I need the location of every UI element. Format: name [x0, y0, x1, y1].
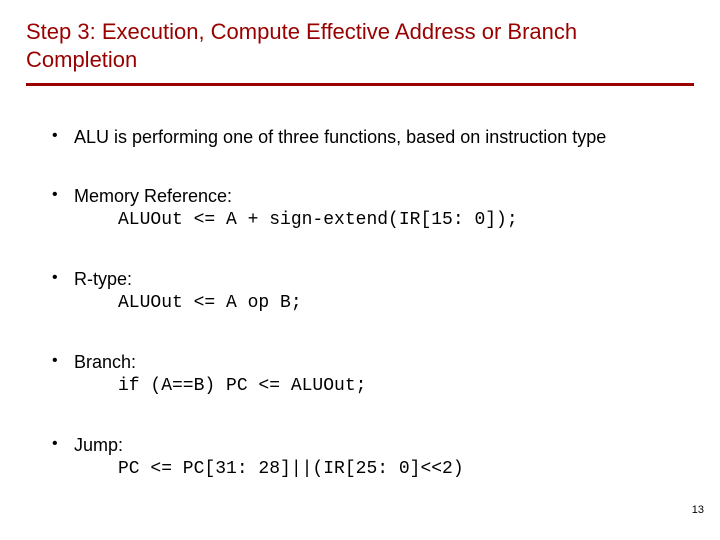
- slide: Step 3: Execution, Compute Effective Add…: [0, 0, 720, 540]
- bullet-rtype-label: R-type:: [74, 269, 132, 289]
- bullet-intro-text: ALU is performing one of three functions…: [74, 127, 606, 147]
- bullet-intro: ALU is performing one of three functions…: [26, 126, 694, 149]
- bullet-rtype-code: ALUOut <= A op B;: [74, 292, 694, 315]
- bullet-jump: Jump: PC <= PC[31: 28]||(IR[25: 0]<<2): [26, 434, 694, 481]
- bullet-rtype: R-type: ALUOut <= A op B;: [26, 268, 694, 315]
- bullet-memref-label: Memory Reference:: [74, 186, 232, 206]
- title-rule: [26, 83, 694, 86]
- bullet-memref: Memory Reference: ALUOut <= A + sign-ext…: [26, 185, 694, 232]
- bullet-memref-code: ALUOut <= A + sign-extend(IR[15: 0]);: [74, 209, 694, 232]
- page-number: 13: [692, 504, 704, 516]
- slide-title: Step 3: Execution, Compute Effective Add…: [26, 18, 694, 73]
- bullet-jump-code: PC <= PC[31: 28]||(IR[25: 0]<<2): [74, 458, 694, 481]
- bullet-branch-label: Branch:: [74, 352, 136, 372]
- bullet-branch-code: if (A==B) PC <= ALUOut;: [74, 375, 694, 398]
- bullet-jump-label: Jump:: [74, 435, 123, 455]
- bullet-list: ALU is performing one of three functions…: [26, 126, 694, 481]
- bullet-branch: Branch: if (A==B) PC <= ALUOut;: [26, 351, 694, 398]
